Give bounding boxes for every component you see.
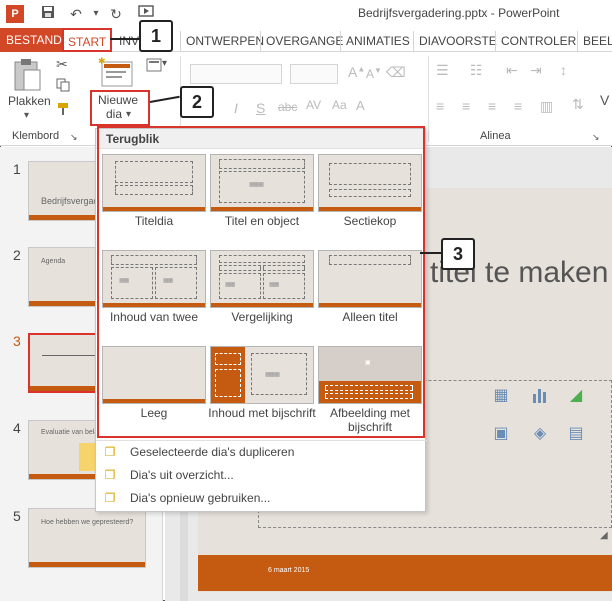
duplicate-slide-icon: ❐	[104, 445, 116, 459]
copy-icon[interactable]	[56, 78, 70, 95]
redo-icon[interactable]: ↻	[106, 4, 126, 24]
cut-icon[interactable]: ✂	[56, 56, 68, 73]
align-right-icon[interactable]: ≡	[488, 98, 496, 114]
new-slide-highlight	[90, 90, 150, 126]
window-title: Bedrijfsvergadering.pptx - PowerPoint	[358, 6, 560, 20]
line-spacing-icon[interactable]: ↕	[560, 62, 567, 78]
duplicate-slides-menu-item[interactable]: ❐ Geselecteerde dia's dupliceren	[96, 441, 427, 463]
strikethrough-icon[interactable]: abc	[278, 100, 297, 114]
insert-online-picture-icon[interactable]: ◈	[530, 424, 550, 444]
insert-video-icon[interactable]: ▤	[566, 424, 586, 444]
menu-label: Dia's uit overzicht...	[130, 468, 234, 482]
insert-picture-icon[interactable]: ▣	[491, 424, 511, 444]
increase-indent-icon[interactable]: ⇥	[530, 62, 542, 79]
slide-number: 2	[13, 247, 21, 263]
ribbon-tabs: BESTAND START INVO ONTWERPEN OVERGANGE A…	[0, 28, 612, 52]
decrease-indent-icon[interactable]: ⇤	[506, 62, 518, 79]
gallery-highlight	[97, 126, 425, 438]
shadow-icon[interactable]: S	[256, 100, 265, 116]
callout-3: 3	[441, 238, 475, 270]
ribbon-separator	[428, 56, 429, 142]
insert-chart-icon[interactable]	[530, 386, 550, 406]
thumbnail-text: Hoe hebben we gepresteerd?	[41, 519, 134, 526]
layout-dropdown-icon[interactable]: ▾	[162, 58, 167, 69]
tab-beeld[interactable]: BEELD	[577, 31, 612, 51]
tab-animaties[interactable]: ANIMATIES	[340, 31, 415, 51]
powerpoint-icon: P	[6, 5, 24, 23]
justify-icon[interactable]: ≡	[514, 98, 522, 114]
character-spacing-icon[interactable]: AV	[306, 98, 321, 112]
slide-thumbnail-5[interactable]: Hoe hebben we gepresteerd?	[28, 508, 146, 568]
italic-icon[interactable]: I	[234, 100, 238, 116]
columns-icon[interactable]: ▥	[540, 98, 553, 115]
paragraph-launcher-icon[interactable]: ↘	[592, 132, 600, 143]
font-color-icon[interactable]: A	[356, 98, 365, 113]
grow-font-icon[interactable]: A▲	[348, 64, 365, 80]
tab-controleren[interactable]: CONTROLER	[495, 31, 581, 51]
outline-slide-icon: ❐	[104, 468, 116, 482]
insert-smartart-icon[interactable]: ◢	[566, 386, 586, 406]
insert-table-icon[interactable]: ▦	[491, 386, 511, 406]
slides-from-outline-menu-item[interactable]: ❐ Dia's uit overzicht...	[96, 464, 427, 486]
slide-footer-bar	[198, 555, 612, 591]
tab-overgangen[interactable]: OVERGANGE	[260, 31, 348, 51]
shrink-font-icon[interactable]: A▼	[366, 66, 382, 81]
svg-text:✱: ✱	[98, 56, 106, 66]
callout-2: 2	[180, 86, 214, 118]
thumbnail-text: Agenda	[41, 258, 66, 265]
clear-formatting-icon[interactable]: ⌫	[386, 64, 406, 81]
slide-number: 5	[13, 508, 21, 524]
change-case-icon[interactable]: Aa	[332, 98, 347, 112]
title-bar: P ↶ ▾ ↻ Bedrijfsvergadering.pptx - Power…	[0, 0, 612, 28]
clipboard-launcher-icon[interactable]: ↘	[70, 132, 78, 143]
slide-number: 4	[13, 420, 21, 436]
tab-ontwerpen[interactable]: ONTWERPEN	[180, 31, 269, 51]
numbering-icon[interactable]: ☷	[470, 62, 483, 79]
layout-icon[interactable]	[146, 58, 162, 75]
undo-dropdown-icon[interactable]: ▾	[86, 4, 106, 24]
save-icon[interactable]	[38, 4, 58, 24]
thumbnail-text: Bedrijfsvergad	[41, 196, 99, 206]
callout-1-line	[110, 38, 140, 40]
paste-icon[interactable]	[12, 58, 42, 95]
slide-date: 6 maart 2015	[268, 567, 310, 574]
tab-start[interactable]: START	[62, 28, 113, 52]
resize-handle-icon[interactable]: ◢	[600, 530, 612, 542]
tab-diavoorstelling[interactable]: DIAVOORSTE	[413, 31, 502, 51]
paste-dropdown-icon[interactable]: ▾	[24, 110, 29, 121]
menu-label: Dia's opnieuw gebruiken...	[130, 491, 271, 505]
tab-bestand[interactable]: BESTAND	[0, 28, 68, 52]
clipboard-group-label: Klembord	[12, 130, 60, 142]
menu-label: Geselecteerde dia's dupliceren	[130, 445, 295, 459]
font-size-box[interactable]	[290, 64, 338, 84]
slide-number: 1	[13, 161, 21, 177]
paste-button[interactable]: Plakken	[8, 94, 51, 108]
slide-number: 3	[13, 333, 21, 349]
text-dir-cut-icon[interactable]: V	[600, 92, 609, 108]
undo-icon[interactable]: ↶	[66, 4, 86, 24]
format-painter-icon[interactable]	[56, 102, 70, 119]
reuse-slide-icon: ❐	[104, 491, 116, 505]
callout-1: 1	[139, 20, 173, 52]
reuse-slides-menu-item[interactable]: ❐ Dia's opnieuw gebruiken...	[96, 487, 427, 509]
callout-3-line	[420, 252, 442, 254]
text-direction-icon[interactable]: ⇅	[572, 96, 584, 113]
align-left-icon[interactable]: ≡	[436, 98, 444, 114]
align-center-icon[interactable]: ≡	[462, 98, 470, 114]
paragraph-group-label: Alinea	[480, 130, 511, 142]
font-name-box[interactable]	[190, 64, 282, 84]
bullets-icon[interactable]: ☰	[436, 62, 449, 79]
new-slide-icon[interactable]: ✱	[98, 56, 134, 91]
